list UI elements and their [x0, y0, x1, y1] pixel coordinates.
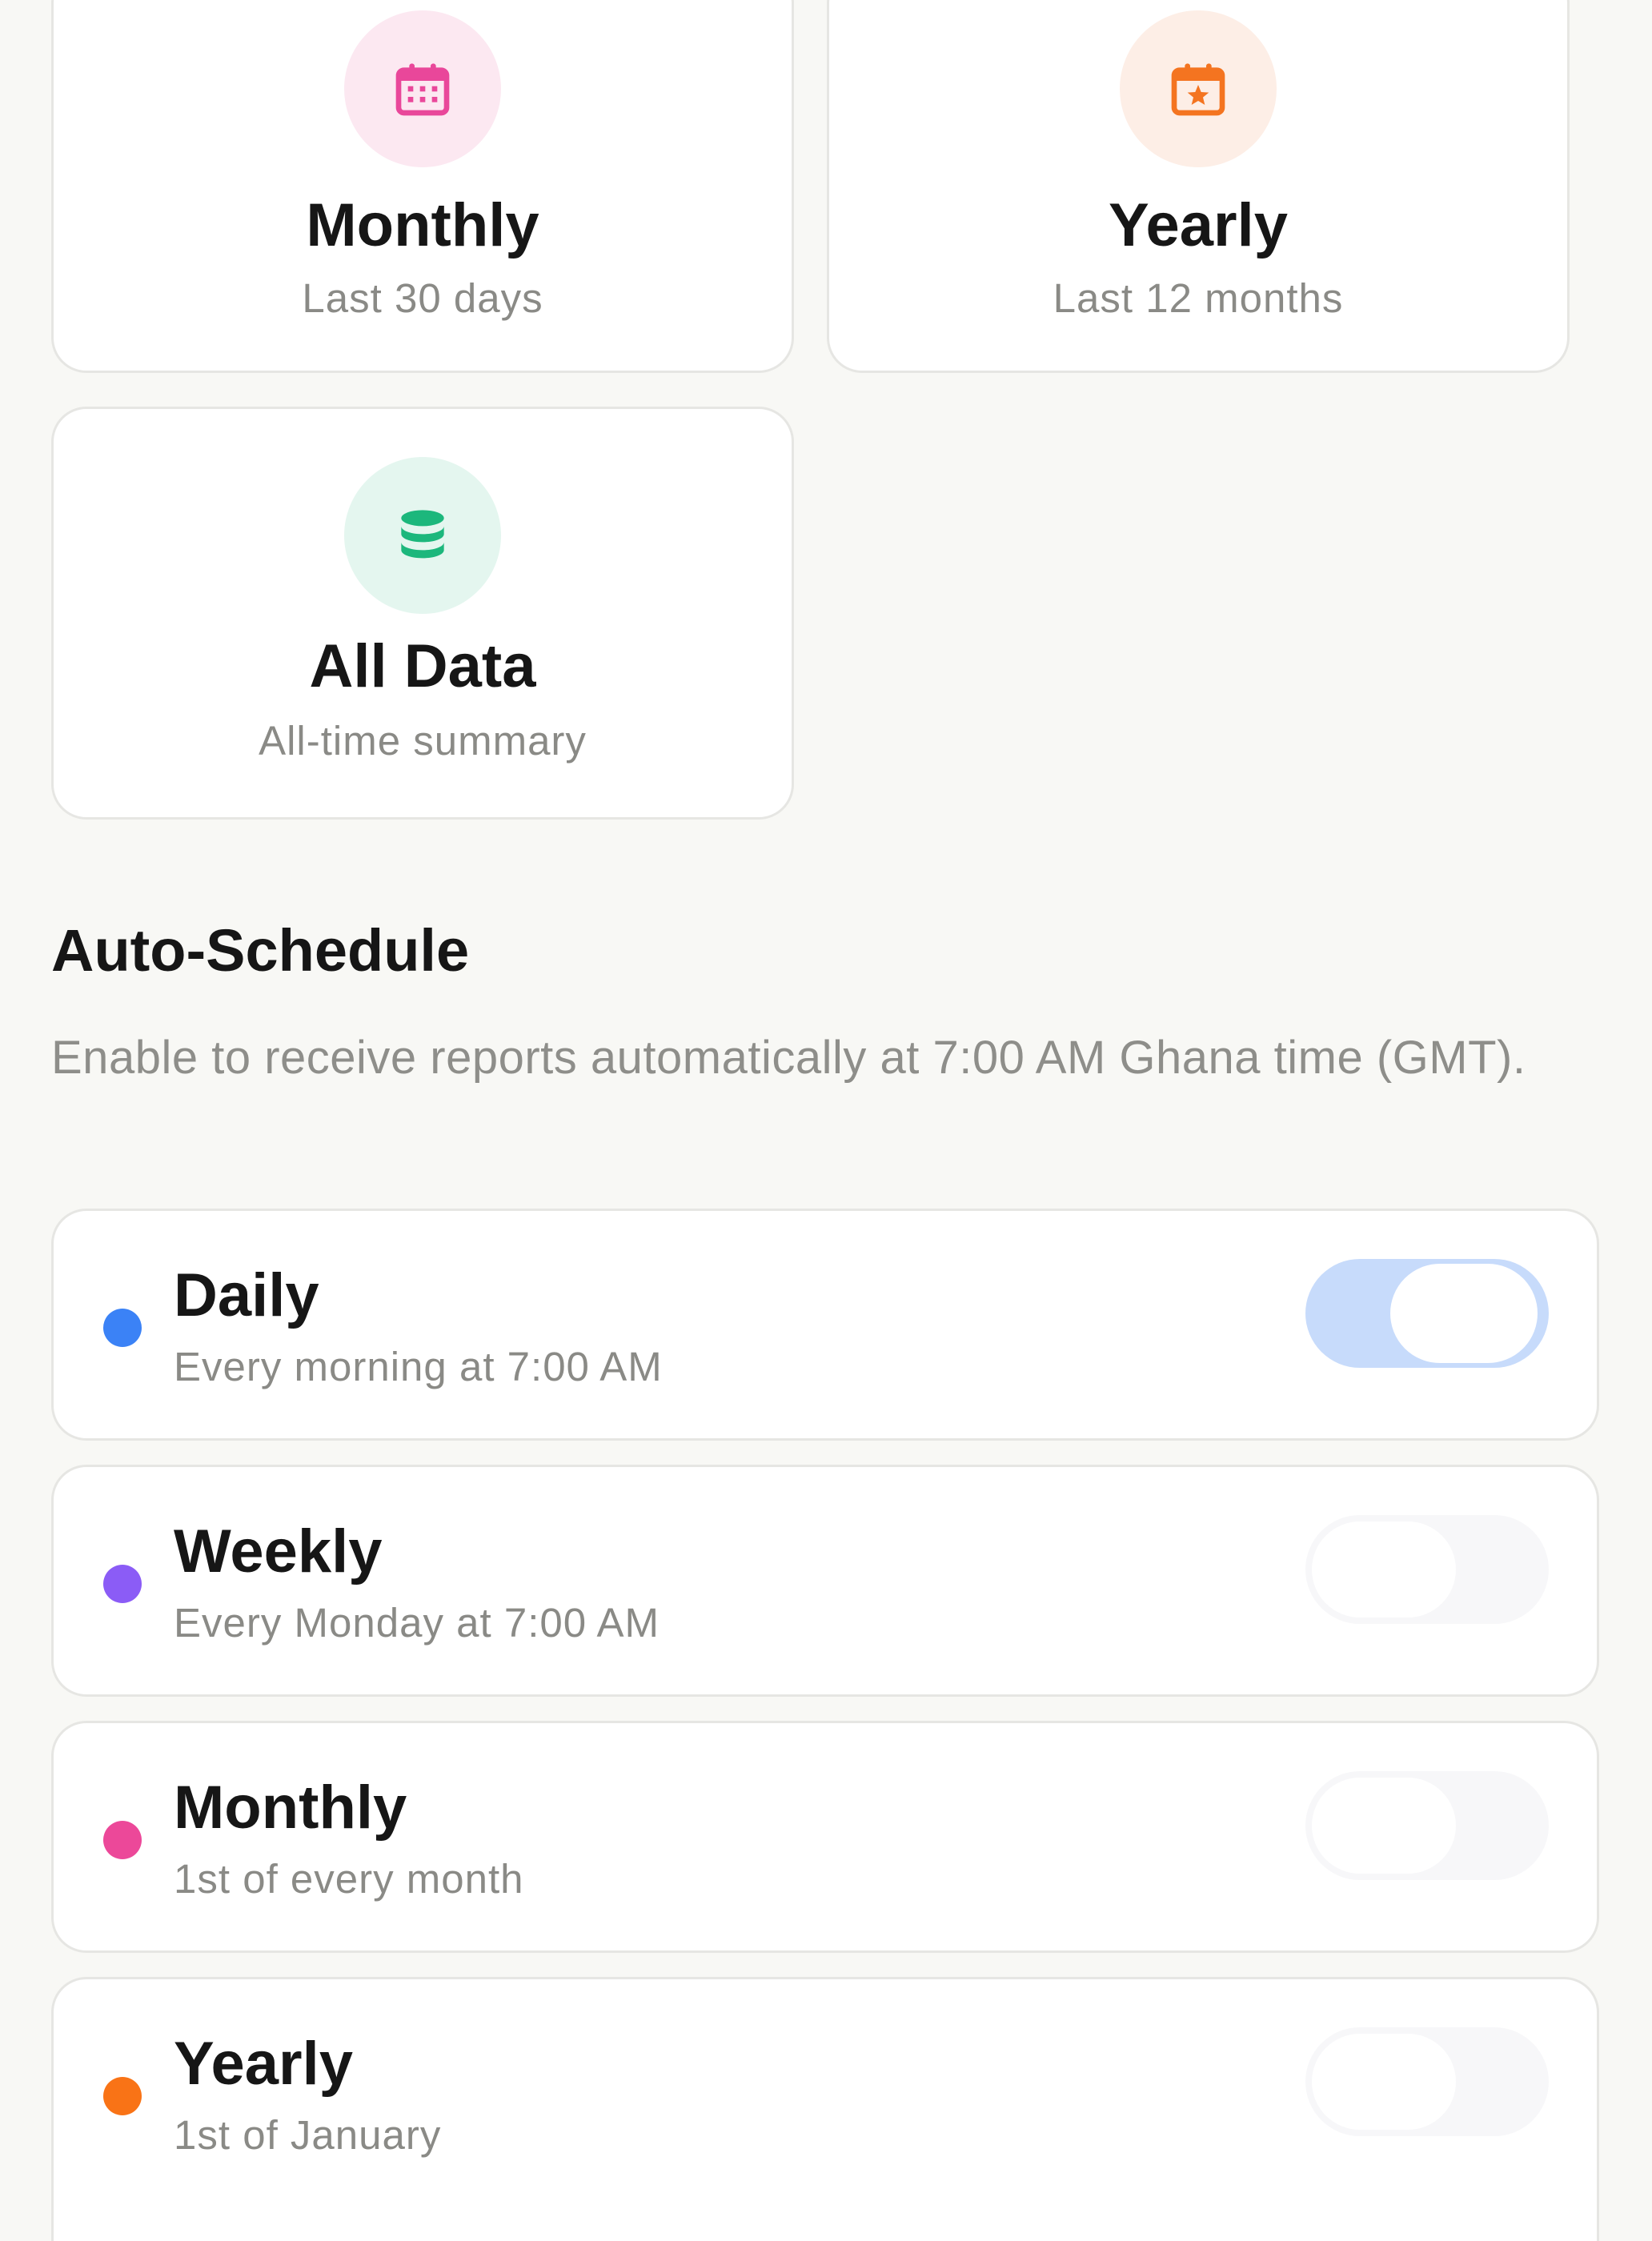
schedule-title: Monthly	[174, 1774, 407, 1842]
report-card-subtitle: Last 30 days	[302, 275, 543, 321]
weekly-toggle[interactable]	[1305, 1515, 1549, 1624]
yearly-toggle[interactable]	[1305, 2027, 1549, 2136]
toggle-knob	[1312, 1521, 1456, 1618]
calendar-star-icon-circle	[1120, 10, 1277, 167]
report-card-monthly[interactable]: Monthly Last 30 days	[51, 0, 794, 373]
toggle-knob	[1312, 1778, 1456, 1874]
schedule-subtitle: Every Monday at 7:00 AM	[174, 1600, 660, 1646]
status-dot	[103, 2077, 142, 2115]
calendar-grid-icon-circle	[344, 10, 501, 167]
section-description: Enable to receive reports automatically …	[51, 1032, 1526, 1084]
status-dot	[103, 1309, 142, 1347]
section-title: Auto-Schedule	[51, 917, 470, 984]
report-card-title: All Data	[309, 632, 536, 700]
report-card-yearly[interactable]: Yearly Last 12 months	[827, 0, 1570, 373]
schedule-title: Yearly	[174, 2030, 353, 2098]
monthly-toggle[interactable]	[1305, 1771, 1549, 1880]
calendar-star-icon	[1171, 63, 1225, 116]
database-icon	[401, 510, 444, 559]
report-card-title: Monthly	[306, 191, 539, 259]
status-dot	[103, 1821, 142, 1859]
schedule-item-monthly: Monthly 1st of every month	[51, 1721, 1599, 1953]
schedule-item-weekly: Weekly Every Monday at 7:00 AM	[51, 1465, 1599, 1697]
report-card-title: Yearly	[1109, 191, 1288, 259]
status-dot	[103, 1565, 142, 1603]
toggle-knob	[1312, 2034, 1456, 2130]
schedule-subtitle: Every morning at 7:00 AM	[174, 1344, 663, 1389]
schedule-item-yearly: Yearly 1st of January	[51, 1977, 1599, 2241]
report-card-all-data[interactable]: All Data All-time summary	[51, 407, 794, 820]
schedule-item-daily: Daily Every morning at 7:00 AM	[51, 1209, 1599, 1441]
toggle-knob	[1385, 1259, 1542, 1368]
calendar-grid-icon	[395, 63, 450, 116]
report-card-subtitle: All-time summary	[259, 718, 587, 764]
schedule-subtitle: 1st of every month	[174, 1856, 524, 1902]
schedule-title: Daily	[174, 1261, 319, 1329]
daily-toggle[interactable]	[1305, 1259, 1549, 1368]
schedule-subtitle: 1st of January	[174, 2112, 442, 2158]
schedule-title: Weekly	[174, 1517, 383, 1586]
report-card-subtitle: Last 12 months	[1053, 275, 1344, 321]
database-icon-circle	[344, 457, 501, 614]
